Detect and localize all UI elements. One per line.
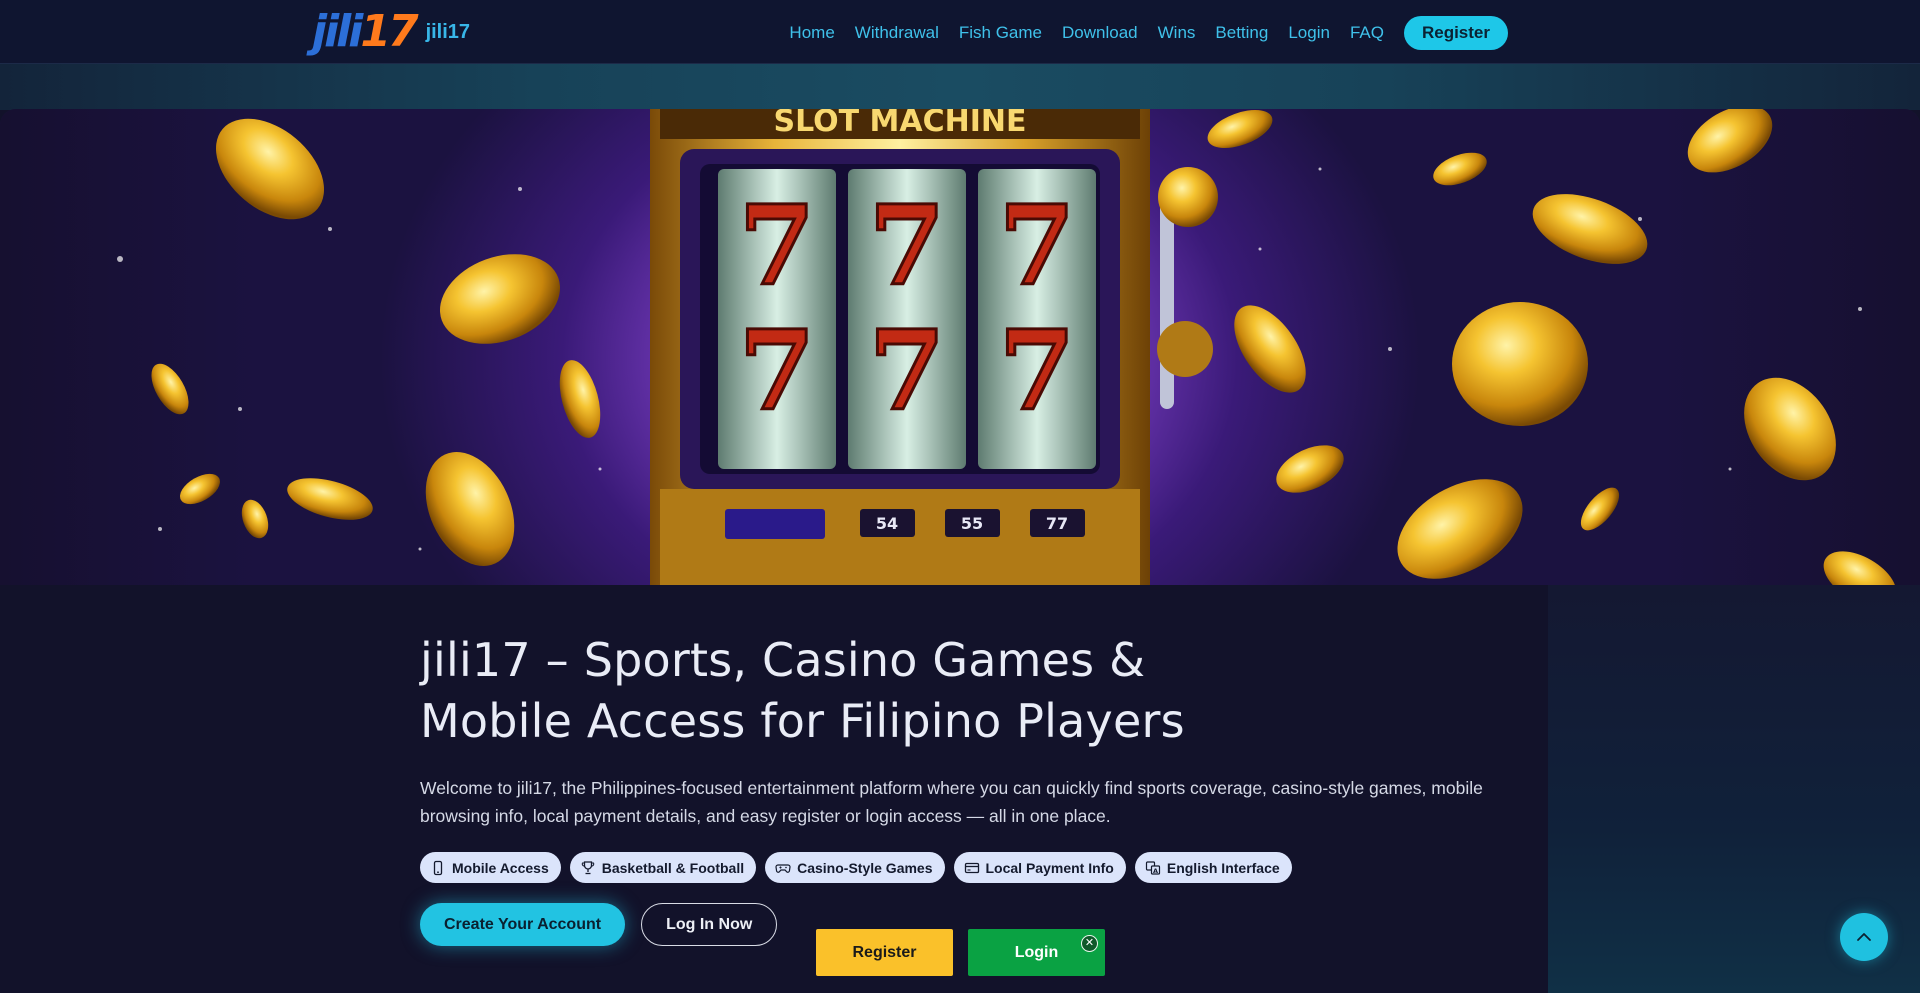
- nav-home[interactable]: Home: [789, 17, 834, 49]
- reel-symbol: 7: [999, 181, 1076, 310]
- gamepad-icon: [775, 860, 791, 876]
- reel-symbol: 7: [739, 181, 816, 310]
- panel-label: 77: [1046, 514, 1068, 533]
- nav-login[interactable]: Login: [1288, 17, 1330, 49]
- chip-local-payment: Local Payment Info: [953, 852, 1126, 883]
- brand[interactable]: jili17 jili17: [312, 10, 470, 54]
- chip-label: Basketball & Football: [601, 859, 745, 876]
- chip-label: Casino-Style Games: [797, 859, 933, 876]
- nav-withdrawal[interactable]: Withdrawal: [855, 17, 939, 49]
- chip-label: English Interface: [1166, 859, 1280, 876]
- top-navbar: jili17 jili17 Home Withdrawal Fish Game …: [0, 0, 1920, 64]
- nav-fish-game[interactable]: Fish Game: [959, 17, 1042, 49]
- intro-line-2: browsing info, local payment details, an…: [420, 806, 1111, 826]
- card-icon: [964, 860, 980, 876]
- floating-register-button[interactable]: Register: [816, 929, 953, 976]
- page-title: jili17 – Sports, Casino Games & Mobile A…: [420, 630, 1540, 752]
- chip-english-interface: A English Interface: [1134, 852, 1292, 883]
- panel-label: 54: [876, 514, 898, 533]
- register-button[interactable]: Register: [1403, 16, 1508, 50]
- slot-machine-illustration: SLOT MACHINE 7 7 7 7 7 7 54 55 77: [0, 109, 1920, 585]
- feature-chips: Mobile Access Basketball & Football Casi…: [420, 852, 1540, 883]
- main-content: jili17 – Sports, Casino Games & Mobile A…: [420, 630, 1540, 946]
- intro-paragraph: Welcome to jili17, the Philippines-focus…: [420, 774, 1500, 830]
- chip-label: Mobile Access: [452, 859, 549, 876]
- reel-symbol: 7: [999, 306, 1076, 435]
- log-in-now-button[interactable]: Log In Now: [641, 903, 778, 946]
- panel-label: 55: [961, 514, 983, 533]
- scroll-to-top-button[interactable]: [1840, 913, 1888, 961]
- reel-symbol: 7: [869, 181, 946, 310]
- reel-symbol: 7: [739, 306, 816, 435]
- chip-mobile-access: Mobile Access: [420, 852, 561, 883]
- nav-faq[interactable]: FAQ: [1350, 17, 1384, 49]
- close-icon[interactable]: ✕: [1081, 935, 1098, 952]
- brand-name[interactable]: jili17: [426, 21, 470, 44]
- create-account-button[interactable]: Create Your Account: [420, 903, 626, 946]
- chevron-up-icon: [1857, 933, 1871, 941]
- nav-wins[interactable]: Wins: [1158, 17, 1196, 49]
- nav-betting[interactable]: Betting: [1215, 17, 1268, 49]
- chip-label: Local Payment Info: [985, 859, 1114, 876]
- chip-casino-games: Casino-Style Games: [765, 852, 945, 883]
- main-nav: Home Withdrawal Fish Game Download Wins …: [769, 16, 1508, 50]
- header-glow-strip: [0, 64, 1920, 110]
- page-title-line-1: jili17 – Sports, Casino Games &: [420, 633, 1146, 687]
- reel-symbol: 7: [869, 306, 946, 435]
- intro-line-1: Welcome to jili17, the Philippines-focus…: [420, 778, 1483, 798]
- phone-icon: [430, 860, 446, 876]
- slot-sign-text: SLOT MACHINE: [773, 109, 1026, 139]
- hero-banner: SLOT MACHINE 7 7 7 7 7 7 54 55 77: [0, 109, 1920, 585]
- chip-basketball-football: Basketball & Football: [569, 852, 757, 883]
- trophy-icon: [580, 860, 596, 876]
- page-title-line-2: Mobile Access for Filipino Players: [420, 694, 1185, 748]
- brand-logo[interactable]: jili17: [312, 10, 419, 54]
- svg-text:A: A: [1153, 866, 1158, 874]
- nav-download[interactable]: Download: [1062, 17, 1138, 49]
- translate-icon: A: [1145, 860, 1161, 876]
